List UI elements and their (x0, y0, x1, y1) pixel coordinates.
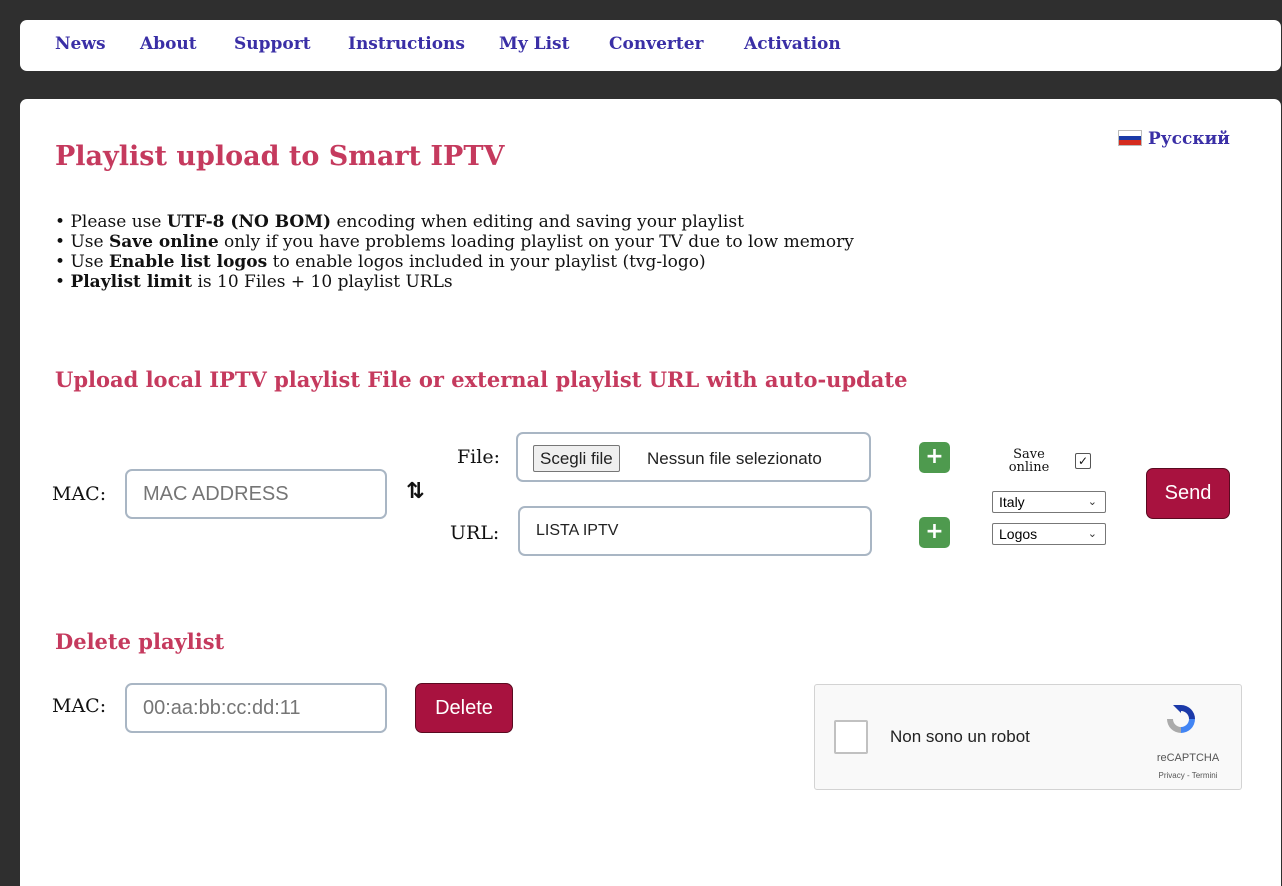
top-navbar: News About Support Instructions My List … (20, 20, 1281, 71)
link-separator: - (1184, 771, 1192, 780)
recaptcha-label: Non sono un robot (890, 727, 1030, 746)
main-panel: Русский Playlist upload to Smart IPTV Pl… (20, 99, 1281, 886)
nav-link-news[interactable]: News (55, 34, 106, 54)
save-online-label: Save online (1008, 447, 1050, 475)
chevron-down-icon: ⌄ (1087, 495, 1097, 508)
recaptcha-links: Privacy - Termini (1146, 771, 1230, 780)
note-item: Use Save online only if you have problem… (55, 232, 853, 252)
add-url-button[interactable]: + (919, 517, 950, 548)
recaptcha-widget: Non sono un robot reCAPTCHA Privacy - Te… (814, 684, 1242, 790)
playlist-url-input[interactable] (518, 506, 872, 556)
chevron-down-icon: ⌄ (1087, 527, 1097, 540)
nav-link-converter[interactable]: Converter (609, 34, 704, 54)
mac-label: MAC: (52, 483, 107, 505)
note-item: Please use UTF-8 (NO BOM) encoding when … (55, 212, 854, 232)
upload-heading: Upload local IPTV playlist File or exter… (55, 367, 908, 392)
page-title: Playlist upload to Smart IPTV (55, 141, 505, 172)
recaptcha-checkbox[interactable] (834, 720, 868, 754)
country-select-value: Italy (999, 494, 1025, 510)
mac-address-input[interactable] (125, 469, 387, 519)
russia-flag-icon (1118, 130, 1142, 146)
note-item: Use Enable list logos to enable logos in… (55, 252, 854, 272)
logos-select-value: Logos (999, 526, 1038, 542)
save-online-checkbox[interactable]: ✓ (1075, 453, 1091, 469)
delete-button[interactable]: Delete (415, 683, 513, 733)
nav-link-support[interactable]: Support (234, 34, 311, 54)
add-file-button[interactable]: + (919, 442, 950, 473)
choose-file-button[interactable]: Scegli file (533, 445, 620, 472)
nav-link-about[interactable]: About (140, 34, 197, 54)
plus-icon: + (925, 519, 944, 544)
file-status-text: Nessun file selezionato (647, 449, 822, 468)
send-button[interactable]: Send (1146, 468, 1230, 519)
language-label: Русский (1148, 129, 1230, 149)
terms-link[interactable]: Termini (1192, 771, 1218, 780)
swap-arrows-icon[interactable]: ⇅ (406, 479, 424, 504)
recaptcha-logo-icon (1167, 705, 1195, 733)
language-switch-russian[interactable]: Русский (1118, 129, 1230, 149)
instructions-list: Please use UTF-8 (NO BOM) encoding when … (55, 212, 854, 292)
recaptcha-brand: reCAPTCHA (1156, 752, 1220, 764)
privacy-link[interactable]: Privacy (1159, 771, 1185, 780)
delete-mac-label: MAC: (52, 695, 107, 717)
nav-link-my-list[interactable]: My List (499, 34, 569, 54)
nav-link-instructions[interactable]: Instructions (348, 34, 465, 54)
nav-link-activation[interactable]: Activation (744, 34, 841, 54)
file-label: File: (457, 446, 500, 468)
delete-heading: Delete playlist (55, 629, 225, 654)
url-label: URL: (450, 522, 500, 544)
delete-mac-input[interactable] (125, 683, 387, 733)
plus-icon: + (925, 444, 944, 469)
logos-select[interactable]: Logos ⌄ (992, 523, 1106, 545)
file-picker[interactable]: Scegli file Nessun file selezionato (516, 432, 871, 482)
note-item: Playlist limit is 10 Files + 10 playlist… (55, 272, 854, 292)
country-select[interactable]: Italy ⌄ (992, 491, 1106, 513)
